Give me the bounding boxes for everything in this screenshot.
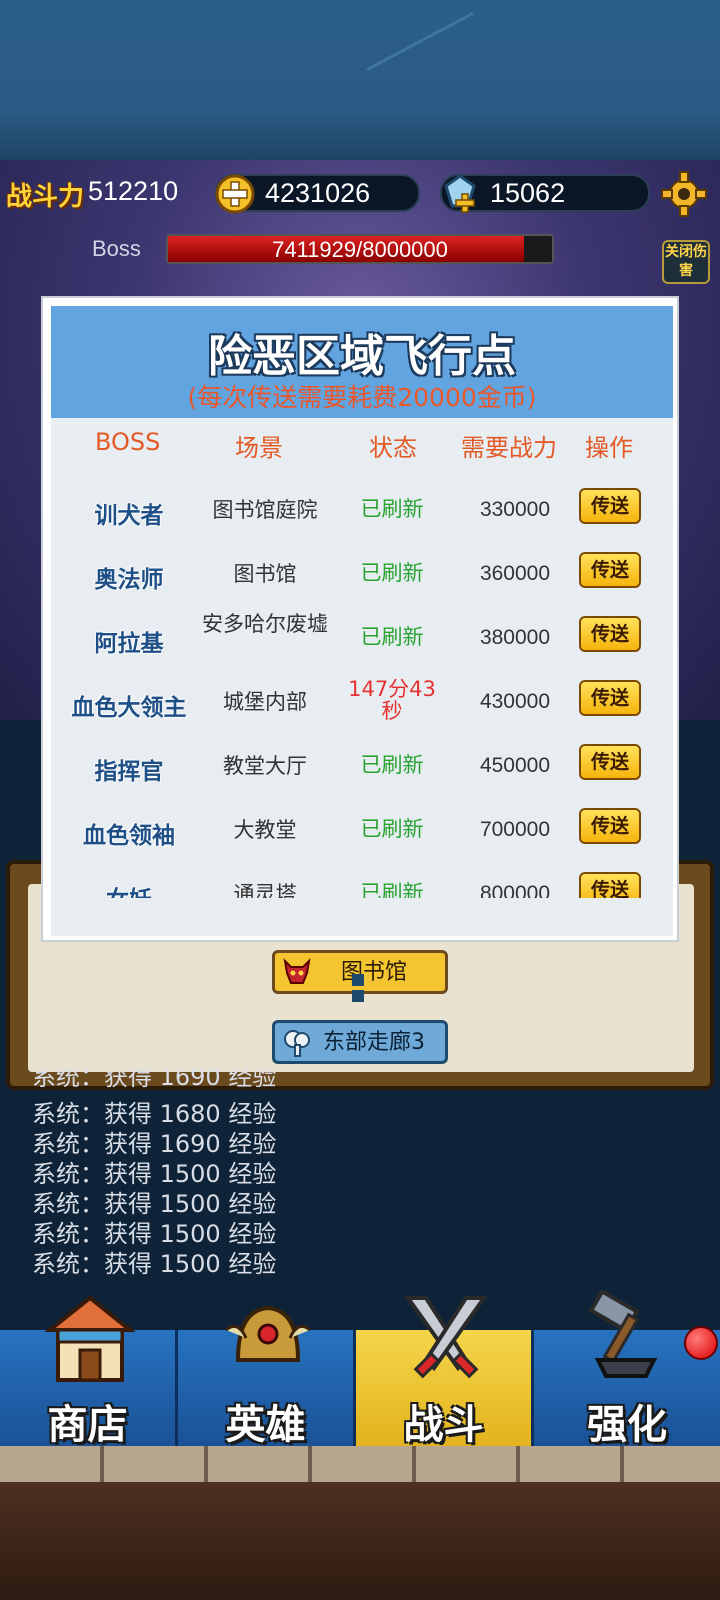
log-line: 系统：获得 1680 经验	[32, 1100, 277, 1128]
boss-hp-text: 7411929/8000000	[272, 237, 448, 262]
top-hud: 战斗力 512210 4231026 15062	[0, 170, 720, 218]
column-header-power: 需要战力	[461, 434, 557, 462]
bottom-nav: 商店 英雄 战斗 强化	[0, 1290, 720, 1450]
gold-plus-icon	[215, 174, 255, 214]
gem-counter[interactable]: 15062	[440, 174, 650, 213]
map-node-library[interactable]: 图书馆	[272, 950, 448, 994]
teleport-button[interactable]: 传送	[579, 616, 641, 652]
teleport-button[interactable]: 传送	[579, 552, 641, 588]
gem-plus-icon	[444, 174, 476, 213]
dialog-body: BOSS 场景 状态 需要战力 操作 训犬者 图书馆庭院 已刷新 330000 传送 奥法…	[51, 418, 673, 936]
shop-house-icon	[44, 1295, 136, 1382]
power-label: 战斗力	[6, 182, 85, 212]
settings-gear-icon[interactable]	[660, 170, 708, 218]
dialog-title: 险恶区域飞行点	[208, 331, 516, 382]
nav-battle[interactable]: 战斗	[356, 1296, 534, 1450]
teleport-button[interactable]: 传送	[579, 680, 641, 716]
column-header-scene: 场景	[235, 434, 283, 462]
boss-name: 血色大领主	[71, 695, 187, 721]
required-power: 700000	[479, 818, 551, 841]
demon-skull-icon	[283, 958, 311, 984]
column-header-status: 状态	[369, 434, 417, 462]
nav-shop-label: 商店	[47, 1401, 128, 1448]
nav-upgrade-label: 强化	[587, 1401, 667, 1448]
boss-row: 训犬者 图书馆庭院 已刷新 330000 传送	[51, 478, 673, 542]
required-power: 430000	[479, 690, 551, 713]
nav-hero[interactable]: 英雄	[178, 1305, 356, 1450]
log-line: 系统：获得 1500 经验	[32, 1220, 277, 1248]
notification-dot	[684, 1326, 718, 1360]
system-log: 系统：获得 1690 经验 系统：获得 1680 经验 系统：获得 1690 经…	[32, 1069, 432, 1279]
scene-name: 通灵塔	[233, 882, 297, 898]
boss-name: 女妖	[59, 880, 199, 898]
boss-row: 女妖 通灵塔 已刷新 800000 传送	[51, 862, 673, 898]
dialog-header: 险恶区域飞行点 (每次传送需要耗费20000金币)	[51, 306, 673, 418]
teleport-button[interactable]: 传送	[579, 744, 641, 780]
status-text: 已刷新	[360, 625, 424, 649]
tree-icon	[284, 1030, 310, 1057]
teleport-button[interactable]: 传送	[579, 872, 641, 898]
ground-footer	[0, 1482, 720, 1600]
teleport-button[interactable]: 传送	[579, 488, 641, 524]
boss-row: 血色领袖 大教堂 已刷新 700000 传送	[51, 798, 673, 862]
boss-name: 阿拉基	[94, 631, 164, 657]
required-power: 330000	[479, 498, 551, 521]
boss-name: 血色领袖	[83, 823, 175, 849]
boss-row: 血色大领主 城堡内部 147分43秒 430000 传送	[51, 670, 673, 734]
log-line: 系统：获得 1500 经验	[32, 1190, 277, 1218]
column-header-boss: BOSS	[95, 428, 161, 456]
status-text: 147分43秒	[348, 677, 436, 723]
boss-row: 指挥官 教堂大厅 已刷新 450000 传送	[51, 734, 673, 798]
sky-crack	[366, 12, 474, 71]
boss-label: Boss	[92, 236, 141, 261]
scene-name: 教堂大厅	[223, 754, 307, 778]
required-power: 360000	[479, 562, 551, 585]
column-header-operation: 操作	[585, 434, 633, 462]
status-text: 已刷新	[360, 753, 424, 777]
scene-name: 大教堂	[233, 818, 297, 842]
log-line: 系统：获得 1500 经验	[32, 1250, 277, 1278]
gold-counter[interactable]: 4231026	[215, 174, 420, 214]
sky-background	[0, 0, 720, 160]
nav-battle-label: 战斗	[403, 1401, 484, 1448]
required-power: 450000	[479, 754, 551, 777]
nav-shop[interactable]: 商店	[0, 1295, 178, 1450]
status-text: 已刷新	[360, 817, 424, 841]
boss-name: 训犬者	[94, 503, 164, 529]
scene-name: 城堡内部	[223, 690, 307, 714]
gold-value: 4231026	[265, 178, 371, 208]
boss-row: 阿拉基 安多哈尔废墟已刷新 380000 传送	[51, 606, 673, 670]
required-power: 380000	[479, 626, 551, 649]
close-damage-button[interactable]: 关闭伤害	[662, 240, 710, 284]
boss-hp-row: Boss 7411929/8000000	[0, 232, 720, 268]
log-line: 系统：获得 1500 经验	[32, 1160, 277, 1188]
boss-name: 指挥官	[94, 759, 164, 785]
flight-point-dialog: 险恶区域飞行点 (每次传送需要耗费20000金币) BOSS 场景 状态 需要战…	[41, 296, 679, 942]
dialog-subtitle: (每次传送需要耗费20000金币)	[187, 383, 537, 412]
map-node-east-corridor[interactable]: 东部走廊3	[272, 1020, 448, 1064]
nav-hero-label: 英雄	[225, 1401, 306, 1448]
status-text: 已刷新	[360, 561, 424, 585]
stone-border	[0, 1446, 720, 1482]
status-text: 已刷新	[360, 497, 424, 521]
scene-name: 图书馆	[233, 562, 297, 586]
map-connector	[352, 974, 364, 986]
required-power: 800000	[479, 882, 551, 898]
scene-name: 安多哈尔废墟	[202, 612, 328, 636]
power-value: 512210	[88, 176, 179, 206]
status-text: 已刷新	[360, 881, 424, 898]
boss-name: 奥法师	[94, 567, 164, 593]
hammer-anvil-icon	[588, 1290, 658, 1378]
teleport-button[interactable]: 传送	[579, 808, 641, 844]
boss-list[interactable]: 训犬者 图书馆庭院 已刷新 330000 传送 奥法师 图书馆 已刷新 360000 传送 阿拉基安…	[51, 466, 673, 898]
crossed-swords-icon	[404, 1296, 488, 1379]
log-line: 系统：获得 1690 经验	[32, 1130, 277, 1158]
gem-value: 15062	[490, 178, 566, 208]
map-connector	[352, 990, 364, 1002]
boss-hp-bar: 7411929/8000000	[166, 234, 554, 264]
helmet-icon	[225, 1305, 311, 1362]
boss-row: 奥法师 图书馆 已刷新 360000 传送	[51, 542, 673, 606]
scene-name: 图书馆庭院	[212, 498, 318, 522]
log-line: 系统：获得 1690 经验	[32, 1069, 277, 1091]
